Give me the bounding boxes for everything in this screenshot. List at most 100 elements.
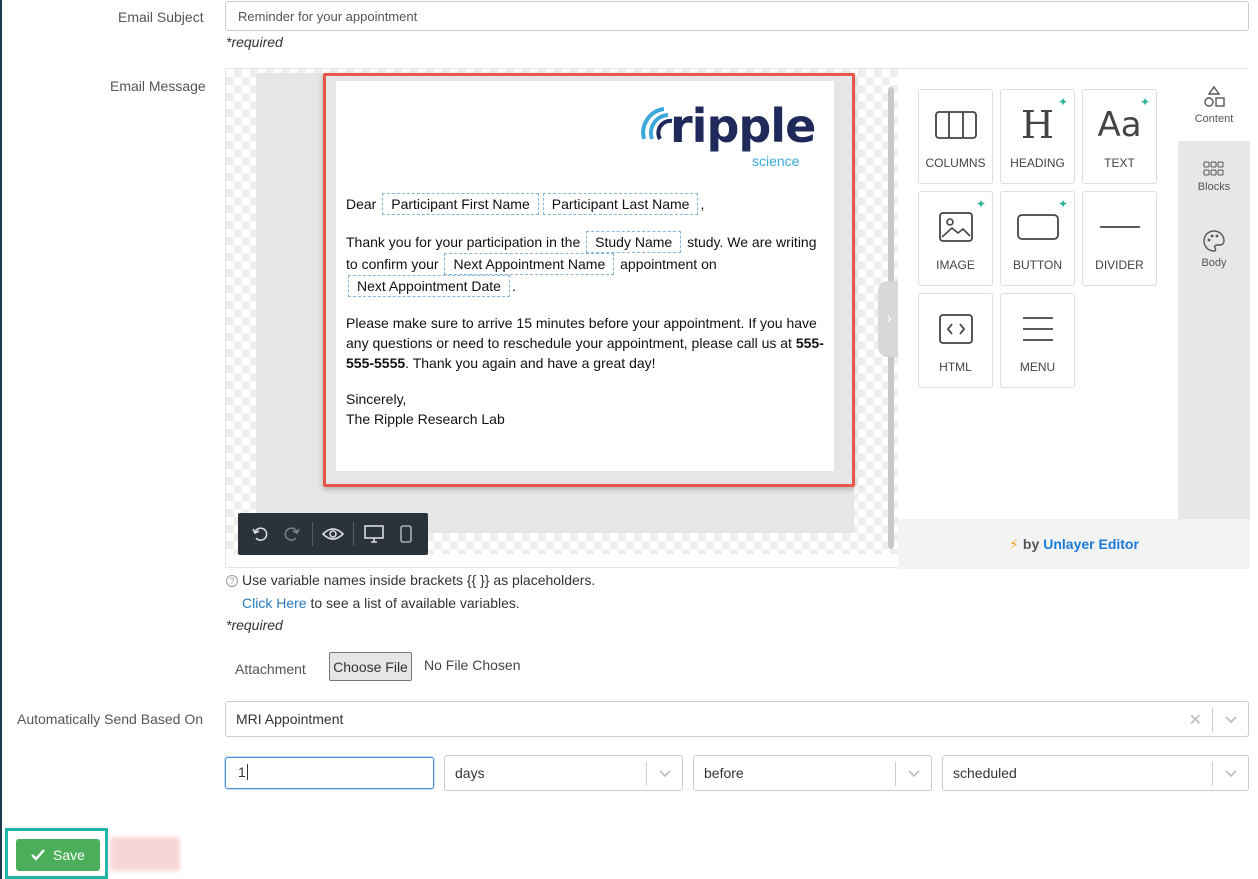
signature-name: The Ripple Research Lab — [346, 411, 505, 427]
menu-icon — [1022, 310, 1054, 348]
paragraph2-part-a: Please make sure to arrive 15 minutes be… — [346, 315, 817, 351]
paragraph1-part-a: Thank you for your participation in the — [346, 234, 581, 250]
offset-number-input[interactable]: 1 — [225, 757, 434, 789]
relation-value: before — [704, 765, 744, 781]
palette-icon — [1203, 230, 1225, 252]
editor-toolbar — [238, 513, 428, 555]
tool-menu-label: MENU — [1019, 360, 1056, 374]
undo-icon[interactable] — [248, 522, 272, 546]
toolbar-separator — [353, 522, 354, 546]
editor-side-tabs: Content Blocks Body — [1178, 69, 1250, 519]
time-unit-select[interactable]: days — [444, 755, 683, 791]
email-message-label: Email Message — [110, 78, 206, 94]
logo-subtext: science — [752, 153, 800, 169]
heading-icon: H — [1020, 103, 1055, 147]
subject-required-note: *required — [226, 34, 283, 50]
tab-content-label: Content — [1194, 113, 1234, 125]
tool-text[interactable]: ✦ Aa TEXT — [1082, 89, 1157, 184]
tool-button[interactable]: ✦ BUTTON — [1000, 191, 1075, 286]
email-subject-label: Email Subject — [118, 9, 204, 25]
paragraph2-part-b: . Thank you again and have a great day! — [405, 355, 656, 371]
unlayer-editor-link[interactable]: Unlayer Editor — [1043, 536, 1139, 552]
desktop-view-icon[interactable] — [362, 522, 386, 546]
preview-eye-icon[interactable] — [321, 522, 345, 546]
chevron-right-icon: › — [886, 310, 892, 327]
tool-menu[interactable]: MENU — [1000, 293, 1075, 388]
powered-by-text: by — [1022, 536, 1040, 552]
chevron-down-icon[interactable] — [1212, 708, 1248, 732]
relation-select[interactable]: before — [693, 755, 932, 791]
click-here-link[interactable]: Click Here — [242, 595, 307, 611]
chevron-down-icon[interactable] — [646, 762, 682, 786]
auto-send-label: Automatically Send Based On — [17, 711, 203, 727]
blocks-grid-icon — [1203, 161, 1224, 176]
tool-heading-label: HEADING — [1010, 156, 1065, 170]
greeting-line: Dear Participant First Name Participant L… — [346, 193, 826, 215]
var-study-name[interactable]: Study Name — [586, 231, 682, 253]
hint-text: Use variable names inside brackets {{ }}… — [242, 572, 596, 588]
sparkle-icon: ✦ — [1139, 95, 1150, 109]
tool-divider-label: DIVIDER — [1095, 258, 1144, 272]
auto-send-value: MRI Appointment — [236, 711, 344, 727]
columns-icon — [934, 106, 977, 144]
mobile-view-icon[interactable] — [394, 522, 418, 546]
tool-divider[interactable]: DIVIDER — [1082, 191, 1157, 286]
chevron-down-icon[interactable] — [1212, 762, 1248, 786]
sparkle-icon: ✦ — [975, 197, 986, 211]
panel-collapse-handle[interactable]: › — [878, 281, 900, 357]
tool-heading[interactable]: ✦ H HEADING — [1000, 89, 1075, 184]
tool-image[interactable]: ✦ IMAGE — [918, 191, 993, 286]
var-participant-first-name[interactable]: Participant First Name — [382, 193, 539, 215]
choose-file-button[interactable]: Choose File — [329, 652, 412, 681]
tool-html[interactable]: HTML — [918, 293, 993, 388]
tab-body[interactable]: Body — [1178, 213, 1250, 285]
paragraph1-part-c: appointment on — [620, 256, 717, 272]
logo-wordmark: ripple — [670, 99, 816, 153]
status-select[interactable]: scheduled — [942, 755, 1249, 791]
var-next-appointment-date[interactable]: Next Appointment Date — [348, 275, 510, 297]
tab-blocks[interactable]: Blocks — [1178, 141, 1250, 213]
email-subject-input[interactable]: Reminder for your appointment — [225, 1, 1249, 31]
image-icon — [938, 208, 973, 246]
lightning-icon: ⚡ — [1009, 535, 1019, 552]
editor-canvas[interactable]: ripple science Dear Participant First Na… — [226, 69, 900, 555]
save-button[interactable]: Save — [16, 839, 100, 871]
time-unit-value: days — [455, 765, 485, 781]
paragraph-confirmation: Thank you for your participation in the … — [346, 231, 826, 297]
tool-image-label: IMAGE — [936, 258, 975, 272]
tool-button-label: BUTTON — [1012, 258, 1063, 272]
redo-icon[interactable] — [280, 522, 304, 546]
variables-hint-text: to see a list of available variables. — [306, 595, 520, 611]
message-required-note: *required — [226, 617, 283, 633]
help-icon: ? — [226, 575, 238, 587]
greeting-text: Dear — [346, 196, 377, 212]
chevron-down-icon[interactable] — [895, 762, 931, 786]
var-next-appointment-name[interactable]: Next Appointment Name — [444, 253, 615, 275]
clear-x-icon[interactable]: ✕ — [1189, 710, 1202, 730]
tool-columns[interactable]: COLUMNS — [918, 89, 993, 184]
email-editor: ripple science Dear Participant First Na… — [225, 68, 1250, 569]
text-icon: Aa — [1097, 105, 1142, 145]
no-file-chosen-text: No File Chosen — [424, 657, 521, 673]
content-tools-panel: COLUMNS ✦ H HEADING ✦ Aa TEXT ✦ IMAGE ✦ … — [898, 69, 1178, 519]
auto-send-select[interactable]: MRI Appointment ✕ — [225, 701, 1249, 737]
var-participant-last-name[interactable]: Participant Last Name — [542, 193, 699, 215]
checkmark-icon — [31, 849, 45, 861]
shapes-icon — [1204, 85, 1225, 107]
signature-closing: Sincerely, — [346, 391, 407, 407]
ripple-science-logo: ripple science — [634, 95, 816, 169]
tab-body-label: Body — [1201, 257, 1227, 269]
tab-content[interactable]: Content — [1178, 69, 1250, 141]
tool-html-label: HTML — [939, 360, 972, 374]
attachment-label: Attachment — [235, 661, 306, 677]
placeholder-hint: ? Use variable names inside brackets {{ }… — [226, 572, 595, 588]
email-body-text: Dear Participant First Name Participant L… — [346, 193, 826, 445]
email-content[interactable]: ripple science Dear Participant First Na… — [336, 81, 834, 471]
tool-columns-label: COLUMNS — [925, 156, 986, 170]
toolbar-separator — [312, 522, 313, 546]
status-value: scheduled — [953, 765, 1017, 781]
tab-blocks-label: Blocks — [1197, 181, 1231, 193]
email-body-background: ripple science Dear Participant First Na… — [256, 73, 855, 533]
offset-value: 1 — [238, 764, 246, 780]
button-icon — [1016, 208, 1059, 246]
